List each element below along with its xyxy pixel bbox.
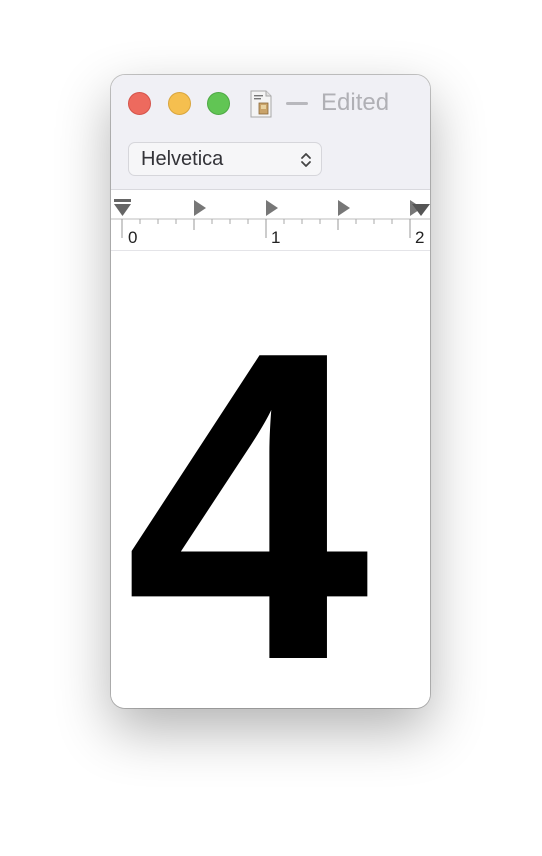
title-bar[interactable]: Edited Helvetica <box>111 75 430 190</box>
title-separator <box>286 102 308 105</box>
window-title: Edited <box>321 89 390 116</box>
tab-stop <box>338 200 350 216</box>
document-text[interactable]: 4 <box>125 287 370 709</box>
zoom-button[interactable] <box>207 92 230 115</box>
first-line-indent-marker <box>114 199 131 202</box>
left-indent-marker <box>114 204 131 216</box>
close-button[interactable] <box>128 92 151 115</box>
ruler[interactable]: 0 1 2 <box>111 190 430 251</box>
chevron-updown-icon <box>300 151 312 169</box>
font-family-label: Helvetica <box>141 148 224 170</box>
tab-stop <box>194 200 206 216</box>
textedit-window: Edited Helvetica 0 1 2 4 <box>111 75 430 708</box>
ruler-label-0: 0 <box>128 228 138 247</box>
minimize-button[interactable] <box>168 92 191 115</box>
ruler-label-2: 2 <box>415 228 425 247</box>
font-family-popup[interactable]: Helvetica <box>128 142 322 176</box>
ruler-label-1: 1 <box>271 228 281 247</box>
text-editing-area[interactable]: 4 <box>111 251 430 708</box>
tab-stop <box>266 200 278 216</box>
document-proxy-icon[interactable] <box>248 90 274 118</box>
